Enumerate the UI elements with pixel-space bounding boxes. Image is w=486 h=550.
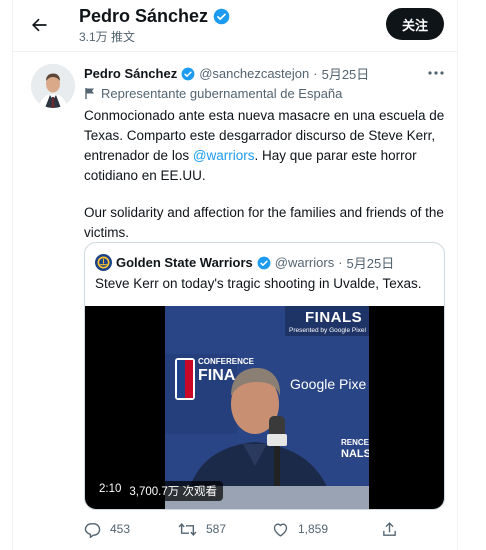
tweet-header: Pedro Sánchez @sanchezcastejon · 5月25日 (84, 64, 369, 83)
reply-count: 453 (110, 522, 131, 536)
like-icon (273, 523, 288, 537)
header-title: Pedro Sánchez (79, 6, 230, 27)
backdrop-finals-text: FINALS (305, 309, 363, 326)
tweet-text-es: Conmocionado ante esta nueva masacre en … (84, 106, 448, 186)
verified-badge-icon (181, 67, 195, 80)
retweet-count: 587 (206, 522, 227, 536)
mention-link[interactable]: @warriors (193, 148, 255, 163)
warriors-logo-icon (97, 256, 110, 269)
quoted-author-name[interactable]: Golden State Warriors (116, 255, 253, 270)
affiliation-label: Representante gubernamental de España (84, 86, 342, 101)
profile-header: Pedro Sánchez 3.1万 推文 关注 (12, 0, 458, 52)
quoted-tweet-card[interactable]: Golden State Warriors @warriors · 5月25日 … (84, 242, 445, 510)
tweet-text: Conmocionado ante esta nueva masacre en … (84, 106, 448, 243)
like-count: 1,859 (298, 522, 329, 536)
author-handle[interactable]: @sanchezcastejon (199, 66, 309, 81)
back-arrow-icon (32, 18, 47, 32)
video-views: 3,700.7万 次观看 (129, 486, 217, 498)
press-conference-scene (165, 306, 369, 509)
tweet-text-en: Our solidarity and affection for the fam… (84, 205, 444, 240)
tweet-actions: 453 587 1,859 (84, 518, 414, 540)
share-button[interactable] (381, 521, 398, 538)
avatar-photo (31, 64, 75, 108)
tweet-date[interactable]: 5月25日 (322, 64, 370, 83)
verified-badge-icon (257, 256, 271, 269)
backdrop-conference-text: CONFERENCE (198, 357, 255, 366)
backdrop-finals-short-text: FINA (198, 367, 236, 384)
more-button[interactable] (426, 64, 446, 82)
meta-separator: · (313, 66, 318, 81)
author-name[interactable]: Pedro Sánchez (84, 66, 177, 81)
warriors-avatar (95, 254, 112, 271)
affiliation-text: Representante gubernamental de España (101, 86, 343, 101)
government-flag-icon (85, 88, 94, 99)
quoted-tweet-date: 5月25日 (346, 256, 395, 271)
quoted-author-handle: @warriors (274, 255, 335, 270)
avatar[interactable] (31, 64, 75, 108)
reply-icon (84, 522, 101, 538)
share-icon (383, 521, 396, 536)
verified-badge-icon (213, 8, 230, 25)
quoted-meta-separator: · (338, 255, 343, 270)
tweet-count: 3.1万 推文 (79, 30, 136, 44)
backdrop-google-pixel-text: Google Pixe (290, 376, 367, 392)
backdrop-nals-text: NALS (341, 448, 369, 460)
video-player[interactable]: FINALS Presented by Google Pixel CONFERE… (85, 306, 444, 509)
video-stats-badge: 2:10 3,700.7万 次观看 (93, 481, 223, 501)
more-icon (428, 71, 444, 75)
reply-button[interactable]: 453 (84, 521, 130, 538)
back-button[interactable] (26, 12, 52, 38)
quoted-tweet-text: Steve Kerr on today's tragic shooting in… (95, 276, 422, 291)
like-button[interactable]: 1,859 (272, 521, 328, 538)
follow-button[interactable]: 关注 (386, 8, 444, 40)
retweet-icon (178, 522, 197, 536)
retweet-button[interactable]: 587 (178, 521, 226, 538)
quoted-tweet-header: Golden State Warriors @warriors · 5月25日 (95, 253, 394, 272)
backdrop-conference-right-text: RENCE (341, 438, 369, 447)
header-name: Pedro Sánchez (79, 6, 209, 26)
video-frame: FINALS Presented by Google Pixel CONFERE… (165, 306, 369, 509)
video-duration: 2:10 (99, 483, 122, 495)
backdrop-presented-text: Presented by Google Pixel (289, 327, 366, 334)
